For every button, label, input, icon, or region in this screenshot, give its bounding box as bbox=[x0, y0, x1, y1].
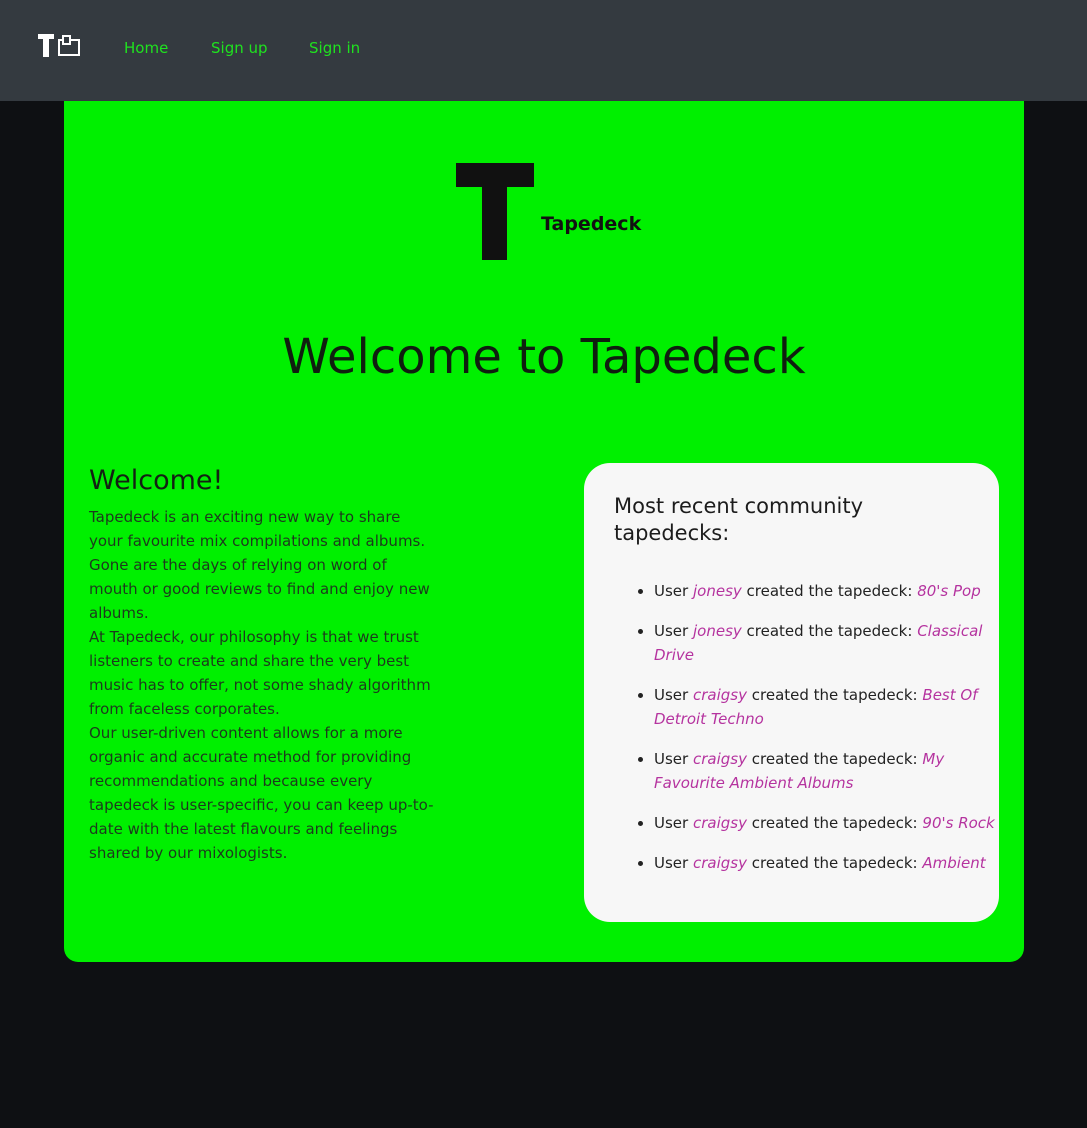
nav-signin-link[interactable]: Sign in bbox=[309, 38, 360, 58]
item-middle: created the tapedeck: bbox=[751, 854, 918, 872]
tapedeck-logo-icon[interactable] bbox=[38, 34, 82, 60]
item-middle: created the tapedeck: bbox=[751, 750, 918, 768]
user-link[interactable]: craigsy bbox=[693, 686, 747, 704]
welcome-paragraph: Tapedeck is an exciting new way to share… bbox=[89, 508, 426, 550]
welcome-heading: Welcome! bbox=[89, 465, 224, 496]
welcome-paragraph: At Tapedeck, our philosophy is that we t… bbox=[89, 628, 431, 718]
list-item: User craigsy created the tapedeck: My Fa… bbox=[654, 747, 999, 795]
list-item: User craigsy created the tapedeck: Best … bbox=[654, 683, 999, 731]
brand-wordmark: Tapedeck bbox=[541, 213, 642, 235]
list-item: User jonesy created the tapedeck: Classi… bbox=[654, 619, 999, 667]
item-middle: created the tapedeck: bbox=[746, 582, 913, 600]
item-prefix: User bbox=[654, 686, 689, 704]
user-link[interactable]: craigsy bbox=[693, 814, 747, 832]
item-middle: created the tapedeck: bbox=[751, 686, 918, 704]
item-prefix: User bbox=[654, 582, 689, 600]
list-item: User craigsy created the tapedeck: 90's … bbox=[654, 811, 999, 835]
list-item: User jonesy created the tapedeck: 80's P… bbox=[654, 579, 999, 603]
user-link[interactable]: craigsy bbox=[693, 750, 747, 768]
item-prefix: User bbox=[654, 814, 689, 832]
top-navbar: Home Sign up Sign in bbox=[0, 0, 1087, 101]
nav-signup-link[interactable]: Sign up bbox=[211, 38, 268, 58]
item-middle: created the tapedeck: bbox=[746, 622, 913, 640]
tapedeck-link[interactable]: Ambient bbox=[922, 854, 985, 872]
item-prefix: User bbox=[654, 750, 689, 768]
recent-tapedecks-panel: Most recent community tapedecks: User jo… bbox=[584, 463, 999, 922]
user-link[interactable]: jonesy bbox=[693, 622, 742, 640]
welcome-paragraph: Gone are the days of relying on word of … bbox=[89, 556, 430, 622]
user-link[interactable]: craigsy bbox=[693, 854, 747, 872]
recent-tapedecks-heading: Most recent community tapedecks: bbox=[614, 494, 864, 545]
welcome-text: Tapedeck is an exciting new way to share… bbox=[89, 505, 434, 865]
page-title: Welcome to Tapedeck bbox=[282, 329, 806, 385]
tapedeck-link[interactable]: 90's Rock bbox=[922, 814, 994, 832]
welcome-paragraph: Our user-driven content allows for a mor… bbox=[89, 724, 434, 862]
list-item: User craigsy created the tapedeck: Ambie… bbox=[654, 851, 999, 875]
item-prefix: User bbox=[654, 622, 689, 640]
recent-tapedecks-list: User jonesy created the tapedeck: 80's P… bbox=[624, 579, 999, 891]
item-middle: created the tapedeck: bbox=[751, 814, 918, 832]
main-card: Tapedeck Welcome to Tapedeck Welcome! Ta… bbox=[64, 101, 1024, 962]
user-link[interactable]: jonesy bbox=[693, 582, 742, 600]
nav-home-link[interactable]: Home bbox=[124, 38, 168, 58]
tapedeck-link[interactable]: 80's Pop bbox=[917, 582, 981, 600]
item-prefix: User bbox=[654, 854, 689, 872]
